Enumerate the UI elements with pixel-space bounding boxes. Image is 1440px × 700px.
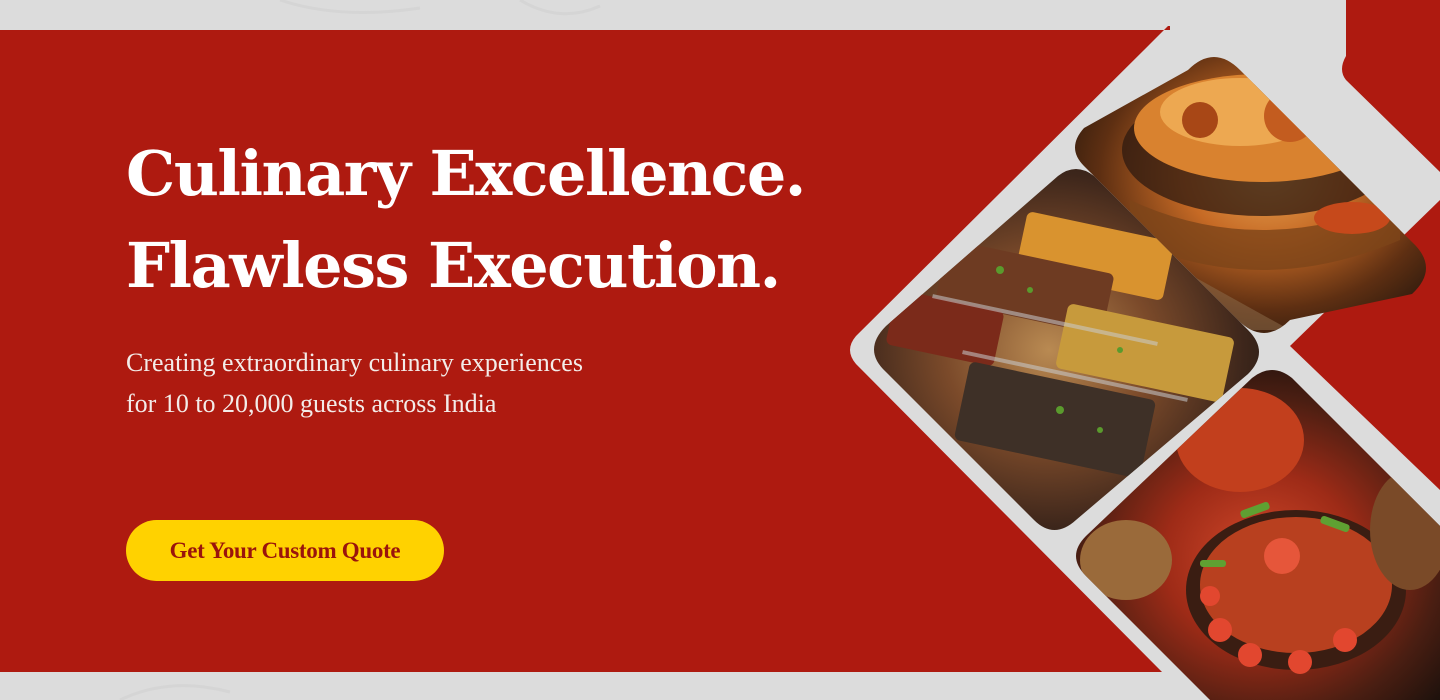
headline-line-1: Culinary Excellence. <box>126 137 806 210</box>
get-custom-quote-button[interactable]: Get Your Custom Quote <box>126 520 444 581</box>
hero-subtext: Creating extraordinary culinary experien… <box>126 342 846 424</box>
subtext-line-1: Creating extraordinary culinary experien… <box>126 348 583 377</box>
hero-text-block: Culinary Excellence. Flawless Execution.… <box>126 128 846 424</box>
red-corner-top <box>1342 0 1440 172</box>
hero-headline: Culinary Excellence. Flawless Execution. <box>126 128 846 312</box>
subtext-line-2: for 10 to 20,000 guests across India <box>126 389 497 418</box>
hero-banner: Culinary Excellence. Flawless Execution.… <box>0 0 1440 700</box>
headline-line-2: Flawless Execution. <box>126 229 781 302</box>
